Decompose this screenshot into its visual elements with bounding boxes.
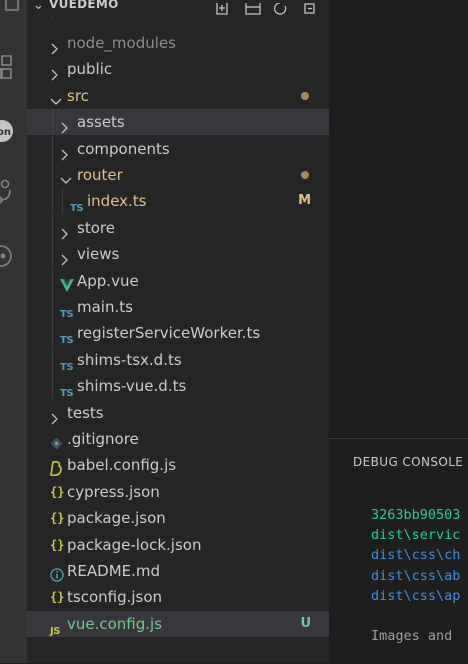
tree-item-package-json[interactable]: {} package.json — [27, 505, 329, 531]
chevron-right-icon[interactable] — [50, 37, 60, 55]
javascript-file-icon: JS — [50, 625, 60, 637]
git-status-badge: U — [300, 615, 311, 631]
console-line: dist\servic — [371, 527, 461, 544]
refresh-icon[interactable] — [273, 0, 287, 15]
explorer-sidebar: distnode_modulespublicsrcassetscomponent… — [27, 0, 329, 663]
tree-item-index-ts[interactable]: TS index.ts M — [27, 188, 329, 215]
indent-guide — [62, 188, 63, 215]
tree-item-label: package.json — [67, 509, 166, 528]
extensions-icon[interactable] — [0, 50, 27, 90]
indent-guide — [52, 109, 53, 136]
tree-item-tsconfig-json[interactable]: {} tsconfig.json — [27, 584, 329, 610]
activity-bar: on — [0, 0, 27, 663]
modified-dot-icon — [301, 91, 309, 100]
tree-item-readme-md[interactable]: README.md — [27, 558, 329, 584]
tree-item-assets[interactable]: assets — [27, 109, 329, 136]
git-status-badge: M — [298, 193, 311, 209]
indent-guide — [52, 346, 53, 373]
tree-item-label: shims-vue.d.ts — [77, 377, 187, 396]
tree-item-label: store — [77, 218, 115, 237]
svg-text:on: on — [0, 127, 11, 138]
tree-item-label: main.ts — [77, 298, 133, 316]
tree-item-vue-config-js[interactable]: JS vue.config.js U — [27, 610, 329, 637]
tree-item-label: node_modules — [67, 34, 176, 52]
tree-item-views[interactable]: views — [27, 241, 329, 268]
console-line: dist\css\ap — [371, 587, 461, 604]
indent-guide — [52, 162, 53, 188]
tab-debug-console[interactable]: DEBUG CONSOLE — [353, 455, 463, 469]
tree-item-cypress-json[interactable]: {} cypress.json — [27, 479, 329, 505]
indent-guide — [52, 241, 53, 268]
chevron-down-icon[interactable] — [50, 90, 62, 105]
json-file-icon: {} — [50, 537, 65, 552]
json-file-icon: {} — [50, 511, 65, 526]
chevron-right-icon[interactable] — [60, 143, 70, 161]
tree-item-label: tests — [67, 403, 104, 422]
new-file-icon[interactable] — [215, 0, 229, 15]
console-line: Images and — [371, 628, 453, 645]
console-line: dist\css\ch — [371, 547, 461, 564]
chevron-right-icon[interactable] — [60, 222, 70, 240]
tree-item-src[interactable]: src — [27, 83, 329, 109]
tree-item-shims-vue-d-ts[interactable]: TS shims-vue.d.ts — [27, 373, 329, 400]
tree-item-label: shims-tsx.d.ts — [77, 350, 182, 369]
console-line: dist\css\ab — [371, 567, 461, 584]
chevron-right-icon[interactable] — [50, 63, 60, 81]
tree-item-label: package-lock.json — [67, 535, 202, 554]
tree-item-label: tsconfig.json — [67, 588, 163, 607]
tree-item-label: .gitignore — [67, 430, 139, 448]
chevron-down-icon[interactable] — [60, 169, 72, 184]
chevron-right-icon[interactable] — [60, 116, 70, 134]
chevron-right-icon[interactable] — [60, 248, 70, 266]
source-control-icon[interactable] — [0, 172, 27, 212]
chevron-right-icon[interactable] — [50, 407, 60, 425]
indent-guide — [52, 135, 53, 162]
indent-guide — [52, 267, 53, 294]
console-line: 3263bb90503 — [371, 507, 461, 523]
tree-item-label: src — [67, 86, 89, 105]
workspace-title: VUEDEMO — [49, 0, 119, 11]
json-file-icon: {} — [50, 484, 65, 499]
tree-item-registerserviceworker-ts[interactable]: TS registerServiceWorker.ts — [27, 320, 329, 347]
modified-dot-icon — [301, 171, 309, 179]
tree-item-tests[interactable]: tests — [27, 400, 329, 426]
tree-item-label: public — [67, 60, 113, 79]
tree-item-label: views — [77, 245, 120, 264]
tree-item-app-vue[interactable]: App.vue — [27, 267, 329, 294]
tree-item-label: cypress.json — [67, 482, 160, 501]
indent-guide — [52, 320, 53, 347]
tree-item-babel-config-js[interactable]: babel.config.js — [27, 452, 329, 478]
tree-item-label: registerServiceWorker.ts — [77, 324, 261, 343]
tree-item-label: vue.config.js — [67, 614, 163, 633]
new-folder-icon[interactable] — [245, 0, 261, 15]
tree-item-store[interactable]: store — [27, 214, 329, 241]
tree-item-gitignore[interactable]: .gitignore — [27, 426, 329, 452]
indent-guide — [52, 188, 53, 215]
explorer-files-icon[interactable] — [0, 0, 27, 40]
tree-item-router[interactable]: router — [27, 162, 329, 188]
tree-item-label: components — [77, 139, 170, 158]
tree-item-node-modules[interactable]: node_modules — [27, 30, 329, 56]
tree-item-label: router — [77, 166, 123, 184]
run-debug-icon[interactable] — [0, 236, 27, 276]
json-file-icon: {} — [50, 590, 65, 605]
tree-item-label: README.md — [67, 562, 161, 580]
indent-guide — [52, 294, 53, 320]
account-badge-icon[interactable]: on — [0, 112, 27, 152]
explorer-header[interactable]: ⌄ VUEDEMO — [27, 0, 329, 16]
tree-item-main-ts[interactable]: TS main.ts — [27, 294, 329, 320]
tree-item-label: babel.config.js — [67, 456, 177, 475]
collapse-chevron-icon[interactable]: ⌄ — [33, 0, 44, 13]
tree-item-label: assets — [77, 113, 125, 132]
tree-item-label: App.vue — [77, 271, 139, 290]
tree-item-components[interactable]: components — [27, 135, 329, 162]
tree-item-shims-tsx-d-ts[interactable]: TS shims-tsx.d.ts — [27, 346, 329, 373]
collapse-all-icon[interactable] — [303, 0, 317, 14]
indent-guide — [52, 214, 53, 241]
tree-item-label: index.ts — [87, 192, 147, 211]
tree-item-public[interactable]: public — [27, 56, 329, 82]
tree-item-package-lock-json[interactable]: {} package-lock.json — [27, 532, 329, 558]
indent-guide — [52, 373, 53, 400]
